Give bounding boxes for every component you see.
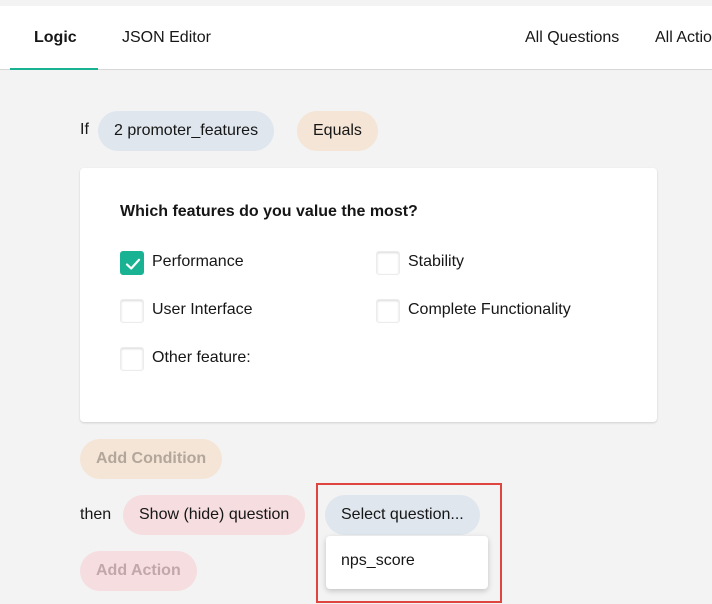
condition-question-selector[interactable]: 2 promoter_features	[98, 111, 275, 151]
option-label: Stability	[408, 253, 465, 270]
checkbox[interactable]	[120, 299, 144, 323]
add-action-button[interactable]: Add Action	[80, 551, 197, 591]
then-label: then	[80, 506, 112, 523]
option-label: User Interface	[152, 301, 253, 318]
dropdown-item-nps-score[interactable]: nps_score	[341, 552, 415, 570]
action-type-selector[interactable]: Show (hide) question	[123, 495, 306, 535]
active-tab-indicator	[10, 68, 98, 70]
question-card: Which features do you value the most? Pe…	[80, 168, 657, 422]
checkbox[interactable]	[376, 251, 400, 275]
checkbox[interactable]	[376, 299, 400, 323]
tab-all-actions[interactable]: All Actio	[655, 6, 712, 70]
question-dropdown: nps_score	[326, 536, 488, 589]
option-label: Performance	[152, 253, 244, 270]
option-label: Complete Functionality	[408, 301, 571, 318]
target-question-selector[interactable]: Select question...	[325, 495, 480, 535]
checkmark-icon	[125, 258, 141, 270]
tab-json-editor[interactable]: JSON Editor	[122, 6, 211, 70]
checkbox[interactable]	[120, 347, 144, 371]
question-title: Which features do you value the most?	[120, 203, 418, 220]
tab-logic[interactable]: Logic	[34, 6, 77, 70]
checkbox-checked[interactable]	[120, 251, 144, 275]
option-label: Other feature:	[152, 349, 251, 366]
if-label: If	[80, 121, 89, 138]
add-condition-button[interactable]: Add Condition	[80, 439, 223, 479]
tab-all-questions[interactable]: All Questions	[525, 6, 619, 70]
condition-operator-selector[interactable]: Equals	[297, 111, 378, 151]
tab-bar: Logic JSON Editor All Questions All Acti…	[0, 6, 712, 70]
